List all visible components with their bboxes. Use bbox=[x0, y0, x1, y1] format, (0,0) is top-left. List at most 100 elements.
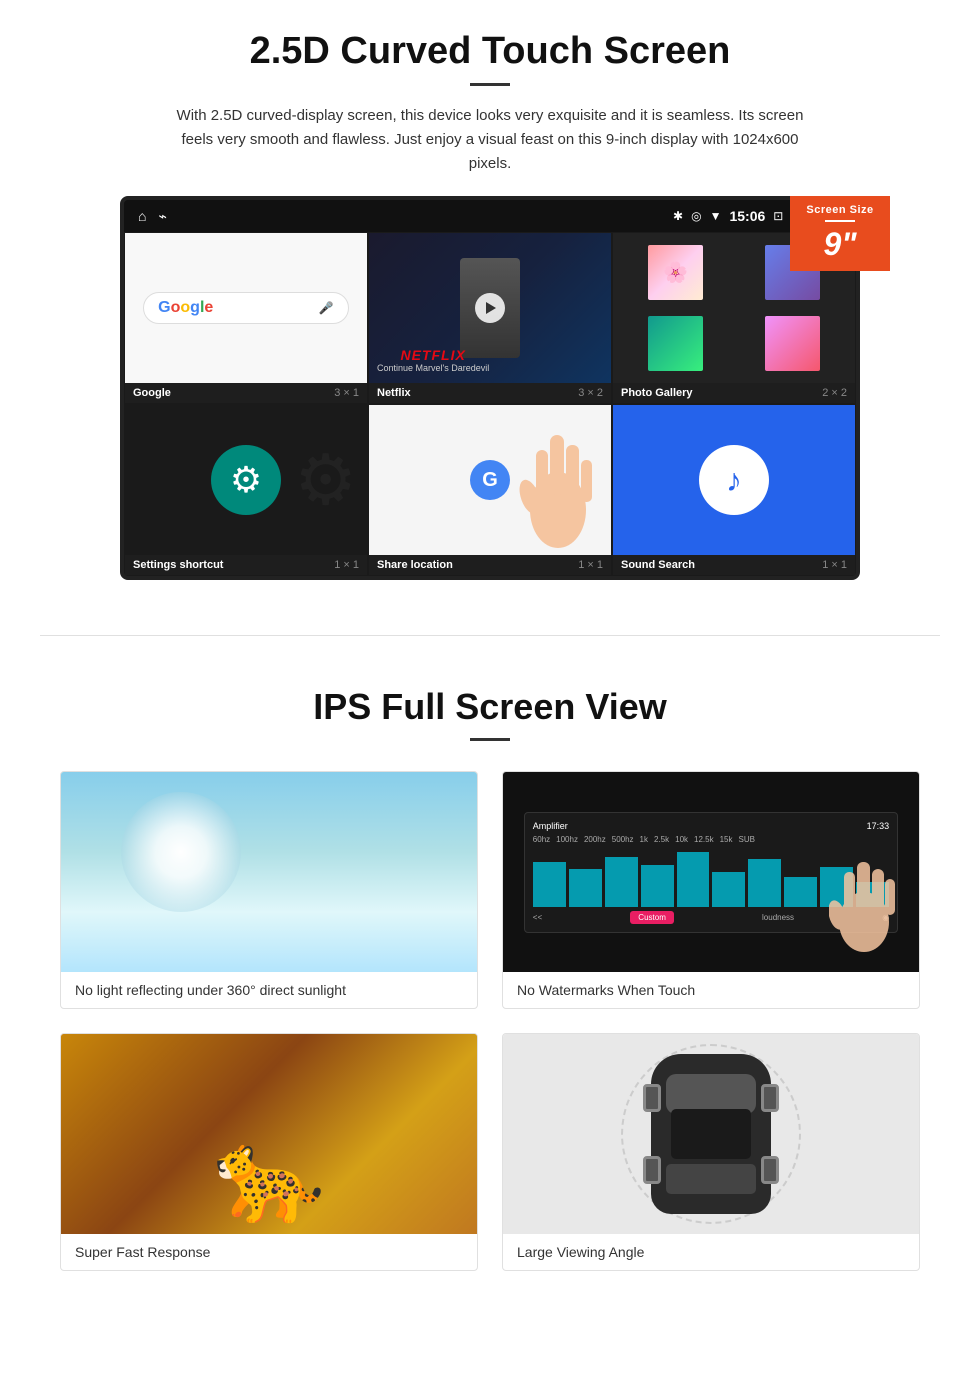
amp-time: 17:33 bbox=[867, 821, 890, 831]
section-curved-screen: 2.5D Curved Touch Screen With 2.5D curve… bbox=[0, 0, 980, 605]
feature-sunlight: No light reflecting under 360° direct su… bbox=[60, 771, 478, 1009]
hand-svg-container bbox=[516, 425, 606, 555]
car-wheel-rr bbox=[761, 1156, 779, 1184]
amp-bar-7 bbox=[748, 859, 781, 907]
car-wheel-fr bbox=[761, 1084, 779, 1112]
share-cell-inner: G bbox=[369, 405, 611, 555]
app-grid-row2: ⚙ ⚙ Settings shortcut 1 × 1 bbox=[124, 404, 856, 576]
share-footer: Share location 1 × 1 bbox=[369, 555, 611, 575]
hand-svg bbox=[516, 425, 606, 555]
wifi-icon: ▼ bbox=[710, 209, 722, 223]
screen-size-badge: Screen Size 9" bbox=[790, 196, 890, 271]
sound-footer: Sound Search 1 × 1 bbox=[613, 555, 855, 575]
amp-bar-8 bbox=[784, 877, 817, 907]
camera-icon: ⊡ bbox=[773, 209, 783, 223]
badge-divider bbox=[825, 220, 855, 222]
maps-g-icon: G bbox=[470, 460, 510, 500]
amp-label: Amplifier bbox=[533, 821, 568, 831]
sunlight-caption: No light reflecting under 360° direct su… bbox=[61, 972, 477, 1008]
settings-app-size: 1 × 1 bbox=[334, 559, 359, 571]
device-mockup: Screen Size 9" ⌂ ⌁ ✱ ◎ ▼ 15:06 ⊡ ◁) ⊠ bbox=[100, 196, 880, 580]
section1-divider bbox=[470, 83, 510, 86]
location-icon: ◎ bbox=[691, 209, 701, 223]
google-search-bar[interactable]: Google 🎤 bbox=[143, 292, 349, 324]
amp-freq-labels: 60hz100hz200hz500hz1k2.5k10k12.5k15kSUB bbox=[533, 835, 889, 844]
sound-app-size: 1 × 1 bbox=[822, 559, 847, 571]
netflix-app-name: Netflix bbox=[377, 387, 411, 399]
share-app-name: Share location bbox=[377, 559, 453, 571]
bluetooth-icon: ✱ bbox=[673, 209, 683, 223]
cheetah-caption: Super Fast Response bbox=[61, 1234, 477, 1270]
amp-custom: Custom bbox=[630, 911, 674, 924]
usb-icon: ⌁ bbox=[158, 208, 166, 225]
thumb-green bbox=[648, 316, 703, 371]
car-roof bbox=[671, 1109, 751, 1159]
section-ips: IPS Full Screen View No light reflecting… bbox=[0, 666, 980, 1311]
car-top-view bbox=[651, 1054, 771, 1214]
netflix-footer: Netflix 3 × 2 bbox=[369, 383, 611, 403]
car-rear bbox=[666, 1164, 756, 1194]
gallery-app-name: Photo Gallery bbox=[621, 387, 693, 399]
feature-car: Large Viewing Angle bbox=[502, 1033, 920, 1271]
google-cell-inner: Google 🎤 bbox=[125, 233, 367, 383]
google-app-name: Google bbox=[133, 387, 171, 399]
gallery-thumb-4 bbox=[765, 316, 820, 371]
gallery-app-size: 2 × 2 bbox=[822, 387, 847, 399]
gallery-footer: Photo Gallery 2 × 2 bbox=[613, 383, 855, 403]
badge-size: 9" bbox=[796, 226, 884, 263]
sound-cell-inner: ♪ bbox=[613, 405, 855, 555]
sun-effect bbox=[121, 792, 241, 912]
gallery-thumb-3 bbox=[648, 316, 703, 371]
sound-app-name: Sound Search bbox=[621, 559, 695, 571]
amp-title: Amplifier 17:33 bbox=[533, 821, 889, 831]
netflix-app-size: 3 × 2 bbox=[578, 387, 603, 399]
feature-cheetah: 🐆 Super Fast Response bbox=[60, 1033, 478, 1271]
amp-loudness: loudness bbox=[762, 913, 794, 922]
google-footer: Google 3 × 1 bbox=[125, 383, 367, 403]
amp-bar-6 bbox=[712, 872, 745, 907]
app-cell-netflix[interactable]: NETFLIX Continue Marvel's Daredevil Netf… bbox=[368, 232, 612, 404]
section1-title: 2.5D Curved Touch Screen bbox=[60, 30, 920, 73]
amp-bar-5 bbox=[677, 852, 710, 907]
cheetah-image: 🐆 bbox=[61, 1034, 477, 1234]
app-grid-row1: Google 🎤 Google 3 × 1 bbox=[124, 232, 856, 404]
feature-grid: No light reflecting under 360° direct su… bbox=[60, 771, 920, 1271]
section2-title: IPS Full Screen View bbox=[60, 686, 920, 728]
touch-hand-svg bbox=[829, 857, 899, 957]
sky-bg bbox=[61, 772, 477, 972]
netflix-logo: NETFLIX bbox=[377, 347, 489, 363]
amp-bar-3 bbox=[605, 857, 638, 907]
cheetah-emoji: 🐆 bbox=[213, 1124, 325, 1229]
amplifier-caption: No Watermarks When Touch bbox=[503, 972, 919, 1008]
app-cell-sound[interactable]: ♪ Sound Search 1 × 1 bbox=[612, 404, 856, 576]
amp-bar-4 bbox=[641, 865, 674, 907]
car-wheel-fl bbox=[643, 1084, 661, 1112]
app-cell-settings[interactable]: ⚙ ⚙ Settings shortcut 1 × 1 bbox=[124, 404, 368, 576]
home-icon[interactable]: ⌂ bbox=[138, 208, 146, 224]
share-app-size: 1 × 1 bbox=[578, 559, 603, 571]
app-cell-google[interactable]: Google 🎤 Google 3 × 1 bbox=[124, 232, 368, 404]
google-logo: Google bbox=[158, 299, 213, 317]
android-screen: ⌂ ⌁ ✱ ◎ ▼ 15:06 ⊡ ◁) ⊠ ▭ bbox=[120, 196, 860, 580]
status-time: 15:06 bbox=[729, 208, 765, 224]
play-button[interactable] bbox=[475, 293, 505, 323]
mic-icon[interactable]: 🎤 bbox=[319, 301, 334, 315]
status-bar: ⌂ ⌁ ✱ ◎ ▼ 15:06 ⊡ ◁) ⊠ ▭ bbox=[124, 200, 856, 232]
status-bar-left: ⌂ ⌁ bbox=[138, 208, 167, 225]
netflix-subtitle: Continue Marvel's Daredevil bbox=[377, 363, 489, 373]
amplifier-image: Amplifier 17:33 60hz100hz200hz500hz1k2.5… bbox=[503, 772, 919, 972]
amp-bar-2 bbox=[569, 869, 602, 907]
netflix-cell-inner: NETFLIX Continue Marvel's Daredevil bbox=[369, 233, 611, 383]
gear-icon: ⚙ bbox=[230, 459, 262, 501]
section1-description: With 2.5D curved-display screen, this de… bbox=[165, 104, 815, 176]
google-app-size: 3 × 1 bbox=[334, 387, 359, 399]
netflix-label: NETFLIX Continue Marvel's Daredevil bbox=[377, 347, 489, 373]
settings-cell-inner: ⚙ ⚙ bbox=[125, 405, 367, 555]
feature-amplifier: Amplifier 17:33 60hz100hz200hz500hz1k2.5… bbox=[502, 771, 920, 1009]
app-cell-share[interactable]: G bbox=[368, 404, 612, 576]
car-windshield bbox=[666, 1074, 756, 1114]
touch-hand-container bbox=[829, 857, 899, 962]
amp-bar-1 bbox=[533, 862, 566, 907]
car-image bbox=[503, 1034, 919, 1234]
maps-icon-container: G bbox=[470, 460, 510, 500]
